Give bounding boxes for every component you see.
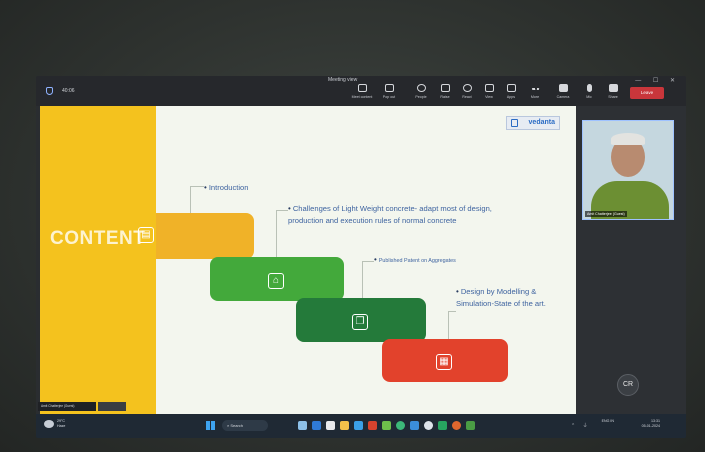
- weather-icon[interactable]: [44, 420, 54, 428]
- home-icon: ⌂: [268, 273, 284, 289]
- calendar-icon: ▦: [436, 354, 452, 370]
- clock-time: 13:31: [651, 419, 660, 423]
- system-tray-icons[interactable]: ⌃ ⏚: [571, 422, 591, 429]
- popout-icon: [384, 84, 394, 92]
- taskbar-app-icon[interactable]: [326, 421, 335, 430]
- slide-heading: CONTENT: [50, 228, 146, 249]
- taskbar-app-icon[interactable]: [354, 421, 363, 430]
- mic-button[interactable]: Mic: [576, 84, 602, 99]
- taskbar-app-icon[interactable]: [368, 421, 377, 430]
- camera-icon: [558, 84, 568, 92]
- window-title: Meeting view: [328, 77, 358, 83]
- window-controls[interactable]: — ☐ ✕: [635, 77, 680, 84]
- logo-text: vedanta: [528, 119, 555, 126]
- pop-out-button[interactable]: Pop out: [376, 84, 402, 99]
- more-button[interactable]: More: [522, 84, 548, 99]
- more-icon: [530, 88, 540, 92]
- share-icon: [608, 84, 618, 92]
- logo-icon: [511, 119, 518, 127]
- share-button[interactable]: Share: [600, 84, 626, 99]
- leave-button[interactable]: Leave: [630, 87, 664, 99]
- weather-widget[interactable]: 29°C Haze: [57, 419, 65, 429]
- projected-screen: Meeting view — ☐ ✕ 40:06 Meet content Po…: [36, 76, 686, 438]
- layers-icon: ❐: [352, 314, 368, 330]
- taskbar-search[interactable]: ⌕ Search: [222, 420, 268, 431]
- taskbar-app-icon[interactable]: [382, 421, 391, 430]
- shared-slide: CONTENT vedanta ▤ ⌂ ❐ ▦ • Introduction • C…: [40, 106, 576, 414]
- apps-icon: [506, 84, 516, 92]
- participant-video[interactable]: Amit Chatterjee (Guest): [582, 120, 674, 220]
- taskbar-app-icon[interactable]: [452, 421, 461, 430]
- step-patent: ❐: [296, 298, 426, 342]
- shield-icon: [46, 87, 53, 95]
- taskbar-app-icon[interactable]: [312, 421, 321, 430]
- react-icon: [462, 84, 472, 92]
- bullet-design: • Design by Modelling & Simulation-State …: [456, 287, 546, 308]
- step-design: ▦: [382, 339, 508, 382]
- video-name-label: Amit Chatterjee (Guest): [585, 211, 627, 217]
- step-challenges: ⌂: [210, 257, 344, 301]
- taskbar-app-icon[interactable]: [410, 421, 419, 430]
- meeting-toolbar: Meeting view — ☐ ✕ 40:06 Meet content Po…: [36, 76, 686, 106]
- taskbar-app-icon[interactable]: [438, 421, 447, 430]
- apps-button[interactable]: Apps: [498, 84, 524, 99]
- presenter-name-tag: Amit Chatterjee (Guest): [38, 402, 96, 411]
- mic-icon: [586, 84, 592, 92]
- bullet-patent: • Published Patent on Aggregates: [374, 255, 456, 264]
- view-icon: [484, 84, 494, 92]
- slide-yellow-panel: [40, 106, 156, 414]
- participant-avatar[interactable]: CR: [617, 374, 639, 396]
- clock-date: 05-01-2024: [641, 424, 660, 428]
- document-icon: ▤: [138, 227, 154, 243]
- bullet-introduction: • Introduction: [204, 183, 249, 192]
- connector-line: [362, 261, 374, 301]
- presenter-name-tag-extra: [98, 402, 126, 411]
- taskbar-app-icon[interactable]: [298, 421, 307, 430]
- taskbar-app-icon[interactable]: [466, 421, 475, 430]
- taskbar-app-icon[interactable]: [396, 421, 405, 430]
- step-introduction: ▤: [138, 213, 254, 259]
- language-indicator[interactable]: ENG IN: [602, 419, 614, 424]
- hand-icon: [440, 84, 450, 92]
- weather-desc: Haze: [57, 424, 66, 428]
- connector-line: [190, 186, 204, 216]
- folder-icon[interactable]: [340, 421, 349, 430]
- connector-line: [448, 311, 456, 341]
- meet-content-button[interactable]: Meet content: [349, 84, 375, 99]
- people-icon: [416, 84, 426, 92]
- participant-panel: Amit Chatterjee (Guest) CR: [576, 106, 686, 414]
- windows-taskbar: 29°C Haze ⌕ Search ⌃ ⏚ ENG IN 13:31 05-0…: [36, 414, 686, 438]
- vedanta-logo: vedanta: [506, 116, 560, 130]
- person-hair: [611, 133, 645, 145]
- meeting-timer: 40:06: [62, 88, 75, 94]
- people-button[interactable]: People: [408, 84, 434, 99]
- camera-button[interactable]: Camera: [550, 84, 576, 99]
- taskbar-app-icon[interactable]: [424, 421, 433, 430]
- weather-temp: 29°C: [57, 419, 66, 423]
- windows-start-icon[interactable]: [206, 421, 215, 430]
- connector-line: [276, 210, 288, 260]
- clock[interactable]: 13:31 05-01-2024: [642, 419, 660, 429]
- bullet-challenges: • Challenges of Light Weight concrete- ad…: [288, 204, 492, 225]
- monitor-icon: [357, 84, 367, 92]
